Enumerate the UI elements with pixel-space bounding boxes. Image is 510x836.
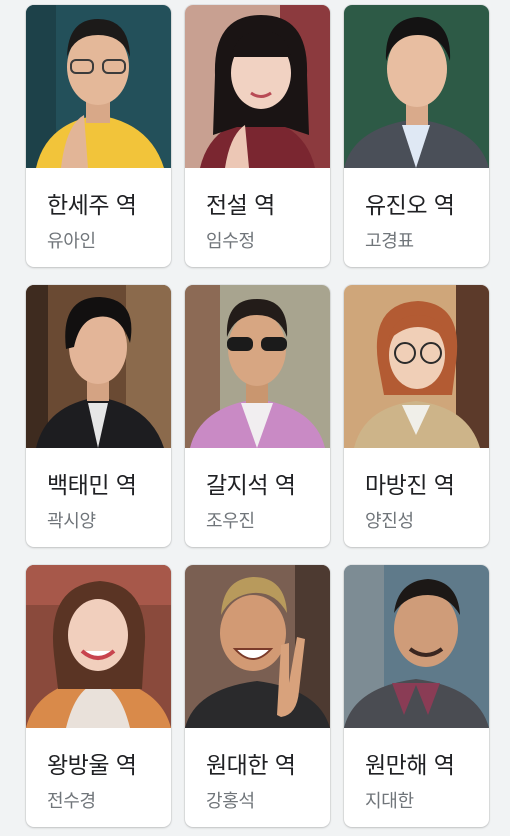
actor-name: 전수경 [47, 791, 96, 812]
actor-name: 임수정 [206, 231, 255, 252]
cast-card[interactable]: 한세주 역 유아인 [26, 5, 171, 267]
role-name: 한세주 역 [47, 193, 137, 219]
cast-card[interactable]: 원대한 역 강홍석 [185, 565, 330, 827]
actor-photo [185, 5, 330, 168]
actor-photo [344, 5, 489, 168]
role-name: 백태민 역 [47, 473, 137, 499]
actor-name: 지대한 [365, 791, 414, 812]
role-name: 갈지석 역 [206, 473, 296, 499]
cast-card[interactable]: 유진오 역 고경표 [344, 5, 489, 267]
cast-card[interactable]: 백태민 역 곽시양 [26, 285, 171, 547]
actor-photo [26, 565, 171, 728]
role-name: 왕방울 역 [47, 753, 137, 779]
actor-photo [26, 285, 171, 448]
cast-card[interactable]: 갈지석 역 조우진 [185, 285, 330, 547]
actor-photo [26, 5, 171, 168]
cast-card[interactable]: 전설 역 임수정 [185, 5, 330, 267]
cast-grid: 한세주 역 유아인 전설 역 임수정 유진오 역 고경표 백태민 역 곽시양 갈… [0, 0, 510, 836]
actor-photo [344, 285, 489, 448]
role-name: 원대한 역 [206, 753, 296, 779]
actor-photo [185, 565, 330, 728]
actor-name: 조우진 [206, 511, 255, 532]
role-name: 유진오 역 [365, 193, 455, 219]
role-name: 원만해 역 [365, 753, 455, 779]
actor-photo [185, 285, 330, 448]
actor-name: 유아인 [47, 231, 96, 252]
actor-name: 곽시양 [47, 511, 96, 532]
actor-name: 양진성 [365, 511, 414, 532]
cast-card[interactable]: 마방진 역 양진성 [344, 285, 489, 547]
cast-card[interactable]: 왕방울 역 전수경 [26, 565, 171, 827]
actor-name: 고경표 [365, 231, 414, 252]
actor-name: 강홍석 [206, 791, 255, 812]
actor-photo [344, 565, 489, 728]
role-name: 마방진 역 [365, 473, 455, 499]
cast-card[interactable]: 원만해 역 지대한 [344, 565, 489, 827]
role-name: 전설 역 [206, 193, 275, 219]
